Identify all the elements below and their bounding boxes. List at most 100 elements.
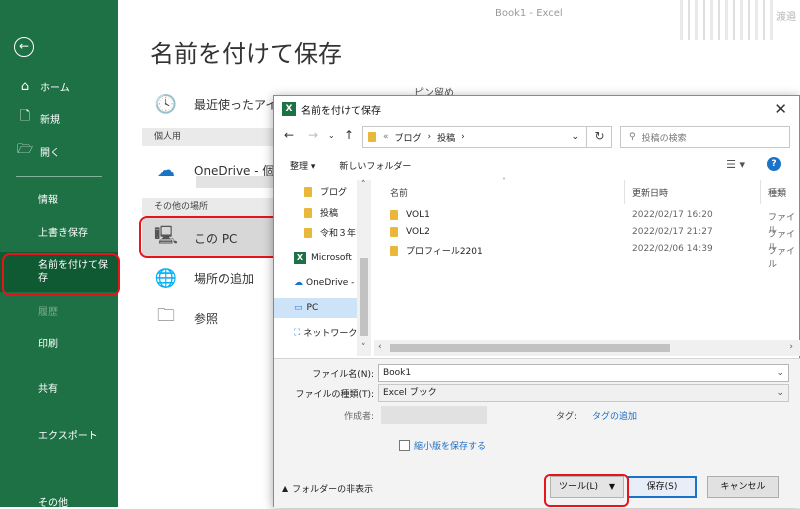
tree-item-posts[interactable]: 投稿 (304, 206, 338, 219)
thumbnail-checkbox-row[interactable]: 縮小版を保存する (399, 439, 486, 452)
column-header-name[interactable]: 名前 (390, 186, 408, 199)
filetype-select[interactable]: Excel ブック ⌄ (378, 384, 789, 402)
sidebar-item-print[interactable]: 印刷 (0, 333, 118, 351)
tree-item-label: OneDrive - (306, 278, 355, 288)
folder-icon (368, 132, 376, 142)
column-header-type[interactable]: 種類 (768, 186, 786, 199)
tree-item-network[interactable]: ⛶ ネットワーク (294, 326, 358, 340)
save-button[interactable]: 保存(S) (627, 476, 697, 498)
tree-item-pc[interactable]: ▭ PC (274, 298, 357, 318)
tree-item-blog[interactable]: ブログ (304, 185, 347, 198)
tree-item-microsoft[interactable]: X Microsoft (294, 252, 352, 264)
folder-icon (304, 227, 312, 238)
sidebar-item-label: 上書き保存 (38, 227, 88, 239)
add-tag-link[interactable]: タグの追加 (592, 409, 637, 422)
column-separator (760, 180, 761, 204)
sidebar-item-new[interactable]: 🗋 新規 (0, 109, 118, 127)
search-placeholder: 投稿の検索 (641, 133, 687, 144)
sidebar-item-share[interactable]: 共有 (0, 378, 118, 396)
network-icon: ⛶ (294, 327, 301, 338)
scroll-right-icon[interactable]: › (789, 342, 793, 352)
breadcrumb-overflow[interactable]: « (383, 132, 389, 142)
folder-icon (304, 207, 312, 218)
back-arrow-icon[interactable]: ← (14, 37, 34, 57)
computer-icon: ▭ (294, 303, 303, 313)
tree-item-reiwa3[interactable]: 令和３年 (304, 226, 356, 239)
file-name: VOL2 (406, 227, 430, 237)
table-row[interactable]: VOL1 2022/02/17 16:20 ファイル (374, 210, 800, 236)
globe-icon: 🌐 (154, 267, 178, 289)
folder-icon (390, 227, 398, 237)
breadcrumb-item[interactable]: 投稿 (437, 131, 455, 144)
filename-input[interactable]: Book1 ⌄ (378, 364, 789, 382)
navigation-bar: ← → ⌄ ↑ « ブログ › 投稿 › ⌄ ↻ ⚲ 投稿の検索 (274, 122, 799, 150)
table-row[interactable]: VOL2 2022/02/17 21:27 ファイル (374, 227, 800, 253)
search-input[interactable]: ⚲ 投稿の検索 (620, 126, 790, 148)
sidebar-item-label: 履歴 (38, 306, 58, 318)
horizontal-scrollbar-thumb[interactable] (390, 344, 670, 352)
sidebar-item-label: 開く (40, 147, 60, 159)
help-icon[interactable]: ? (767, 157, 781, 171)
tree-item-label: ネットワーク (303, 329, 358, 339)
chevron-down-icon[interactable]: ⌄ (571, 132, 579, 142)
horizontal-scrollbar[interactable]: ‹ › (374, 340, 800, 356)
dialog-toolbar: 整理 ▾ 新しいフォルダー ☰ ▾ ? (274, 152, 799, 178)
sidebar-item-label: 印刷 (38, 338, 58, 350)
hide-folders-toggle[interactable]: ▲ フォルダーの非表示 (282, 482, 373, 495)
new-folder-button[interactable]: 新しいフォルダー (339, 159, 411, 172)
sidebar-item-home[interactable]: ⌂ ホーム (0, 77, 118, 95)
save-as-dialog: X 名前を付けて保存 ✕ ← → ⌄ ↑ « ブログ › 投稿 › ⌄ ↻ ⚲ … (273, 95, 800, 508)
tree-scrollbar-thumb[interactable] (360, 258, 368, 336)
chevron-down-icon[interactable]: ⌄ (776, 365, 784, 381)
author-field[interactable] (381, 406, 487, 424)
cloud-icon: ☁ (294, 278, 303, 288)
organize-button[interactable]: 整理 ▾ (290, 159, 315, 172)
thumbnail-checkbox[interactable] (399, 440, 410, 451)
tag-label: タグ: (556, 412, 578, 422)
save-options-area: ファイル名(N): Book1 ⌄ ファイルの種類(T): Excel ブック … (274, 358, 800, 508)
column-header-date[interactable]: 更新日時 (632, 186, 668, 199)
folder-icon (390, 210, 398, 220)
tree-item-onedrive[interactable]: ☁ OneDrive - (294, 278, 354, 288)
view-options-icon[interactable]: ☰ ▾ (726, 158, 745, 171)
file-name: VOL1 (406, 210, 430, 220)
sidebar-item-open[interactable]: 🗁 開く (0, 142, 118, 160)
thumbnail-label: 縮小版を保存する (414, 442, 487, 452)
filetype-label: ファイルの種類(T): (295, 390, 374, 400)
file-date: 2022/02/06 14:39 (632, 244, 713, 254)
filetype-value: Excel ブック (383, 388, 437, 398)
breadcrumb-separator-icon: › (427, 132, 432, 142)
tree-item-label: 令和３年 (320, 229, 357, 239)
dialog-title: 名前を付けて保存 (301, 105, 381, 117)
new-document-icon: 🗋 (19, 109, 31, 124)
recent-locations-icon[interactable]: ⌄ (328, 131, 335, 140)
sidebar-item-export[interactable]: エクスポート (0, 425, 118, 443)
sidebar-item-info[interactable]: 情報 (0, 189, 118, 207)
dialog-titlebar: X 名前を付けて保存 (274, 96, 799, 122)
excel-icon: X (282, 102, 296, 116)
scroll-left-icon[interactable]: ‹ (378, 342, 382, 352)
sidebar-divider (16, 176, 102, 177)
cancel-button[interactable]: キャンセル (707, 476, 779, 498)
address-bar[interactable]: « ブログ › 投稿 › ⌄ (362, 126, 612, 148)
highlight-this-pc (139, 216, 287, 258)
close-icon[interactable]: ✕ (774, 100, 787, 118)
sort-ascending-icon: ˄ (502, 177, 506, 186)
forward-icon[interactable]: → (308, 128, 318, 142)
decorative-stripes (680, 0, 776, 40)
sidebar-item-save[interactable]: 上書き保存 (0, 222, 118, 240)
scroll-up-icon[interactable]: ˄ (361, 180, 366, 190)
breadcrumb-item[interactable]: ブログ (395, 131, 422, 144)
sidebar-item-label: 情報 (38, 194, 58, 206)
highlight-tools-button (544, 474, 629, 507)
up-icon[interactable]: ↑ (344, 128, 354, 142)
chevron-up-icon: ▲ (282, 484, 289, 493)
sidebar-item-other[interactable]: その他 (0, 494, 118, 509)
user-name: 渡邉 (776, 12, 796, 23)
sidebar-item-label: 共有 (38, 383, 58, 395)
scroll-down-icon[interactable]: ˅ (361, 343, 366, 353)
back-icon[interactable]: ← (284, 128, 294, 142)
table-row[interactable]: プロフィール2201 2022/02/06 14:39 ファイル (374, 244, 800, 270)
folder-icon (390, 245, 398, 256)
refresh-icon[interactable]: ↻ (586, 126, 612, 148)
